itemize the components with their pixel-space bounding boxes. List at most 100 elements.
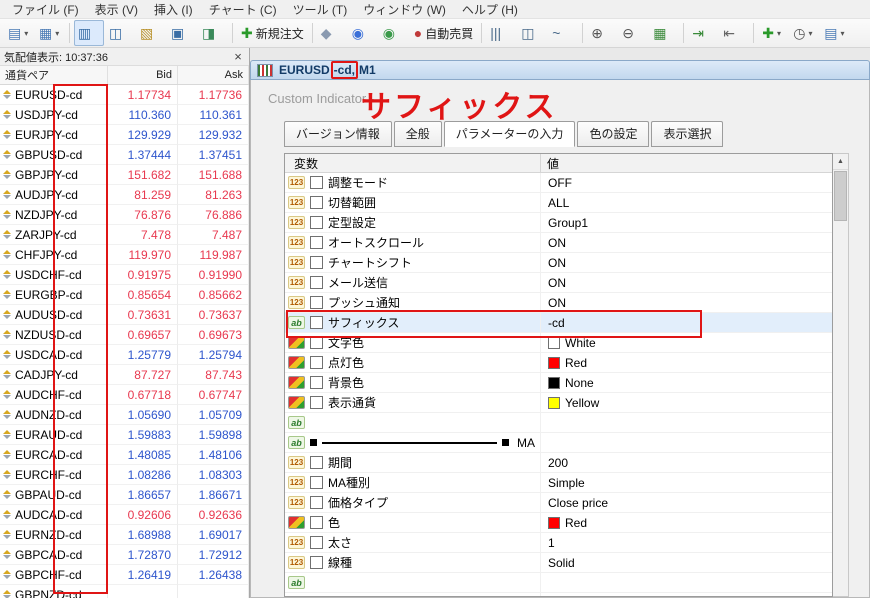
parameter-row[interactable]: abサフィックス-cd <box>285 313 832 333</box>
chart-window-titlebar[interactable]: EURUSD-cd,M1 <box>250 60 870 80</box>
tab-version[interactable]: バージョン情報 <box>284 121 392 147</box>
signals-button[interactable]: ◉ <box>379 20 409 46</box>
parameter-row[interactable]: 背景色None <box>285 373 832 393</box>
scroll-up-icon[interactable]: ▲ <box>833 154 848 170</box>
candlestick-button[interactable]: ◫ <box>517 20 547 46</box>
menu-item[interactable]: ウィンドウ (W) <box>355 0 454 19</box>
zoom-in-button[interactable]: ⊕ <box>587 20 617 46</box>
new-order-button[interactable]: ✚新規注文 <box>237 20 308 46</box>
strategy-tester-button[interactable]: ◨ <box>198 20 228 46</box>
parameter-row[interactable]: ab <box>285 573 832 593</box>
parameter-checkbox[interactable] <box>310 556 323 569</box>
parameter-checkbox[interactable] <box>310 376 323 389</box>
market-watch-row[interactable]: EURAUD-cd1.598831.59898 <box>0 425 249 445</box>
parameter-checkbox[interactable] <box>310 456 323 469</box>
market-watch-row[interactable]: GBPJPY-cd151.682151.688 <box>0 165 249 185</box>
table-scrollbar[interactable]: ▲ <box>833 153 849 597</box>
periods-button[interactable]: ◷▾ <box>789 20 819 46</box>
chart-shift-button[interactable]: ⇤ <box>719 20 749 46</box>
market-watch-row[interactable]: EURJPY-cd129.929129.932 <box>0 125 249 145</box>
zoom-out-button[interactable]: ⊖ <box>618 20 648 46</box>
parameter-row[interactable]: 123太さ1 <box>285 533 832 553</box>
parameter-checkbox[interactable] <box>310 476 323 489</box>
parameter-row[interactable]: 点灯色Red <box>285 353 832 373</box>
parameter-row[interactable]: 123調整モードOFF <box>285 173 832 193</box>
market-watch-row[interactable]: EURCHF-cd1.082861.08303 <box>0 465 249 485</box>
market-watch-row[interactable]: NZDUSD-cd0.696570.69673 <box>0 325 249 345</box>
line-chart-button[interactable]: ~ <box>548 20 578 46</box>
market-watch-button[interactable]: ▥ <box>74 20 104 46</box>
scrollbar-thumb[interactable] <box>834 171 847 221</box>
parameter-checkbox[interactable] <box>310 336 323 349</box>
parameter-row[interactable]: abMA <box>285 433 832 453</box>
market-watch-row[interactable]: USDCHF-cd0.919750.91990 <box>0 265 249 285</box>
market-watch-row[interactable]: EURNZD-cd1.689881.69017 <box>0 525 249 545</box>
market-watch-row[interactable]: GBPCHF-cd1.264191.26438 <box>0 565 249 585</box>
parameter-checkbox[interactable] <box>310 496 323 509</box>
terminal-button[interactable]: ▣ <box>167 20 197 46</box>
tile-windows-button[interactable]: ▦ <box>649 20 679 46</box>
parameter-row[interactable]: ab <box>285 593 832 597</box>
parameter-row[interactable]: 123期間200 <box>285 453 832 473</box>
templates-button[interactable]: ▤▾ <box>820 20 850 46</box>
market-watch-row[interactable]: AUDUSD-cd0.736310.73637 <box>0 305 249 325</box>
market-watch-row[interactable]: GBPAUD-cd1.866571.86671 <box>0 485 249 505</box>
parameter-row[interactable]: 123定型設定Group1 <box>285 213 832 233</box>
indicators-button[interactable]: ✚▾ <box>758 20 788 46</box>
market-watch-row[interactable]: USDCAD-cd1.257791.25794 <box>0 345 249 365</box>
market-watch-row[interactable]: NZDJPY-cd76.87676.886 <box>0 205 249 225</box>
parameter-row[interactable]: 文字色White <box>285 333 832 353</box>
parameter-checkbox[interactable] <box>310 196 323 209</box>
market-watch-row[interactable]: GBPNZD-cd <box>0 585 249 598</box>
menu-item[interactable]: ツール (T) <box>285 0 356 19</box>
tab-colors[interactable]: 色の設定 <box>577 121 649 147</box>
bar-chart-button[interactable]: ||| <box>486 20 516 46</box>
parameter-checkbox[interactable] <box>310 316 323 329</box>
auto-scroll-button[interactable]: ⇥ <box>688 20 718 46</box>
parameter-row[interactable]: 色Red <box>285 513 832 533</box>
menu-item[interactable]: 表示 (V) <box>87 0 146 19</box>
parameter-row[interactable]: 123オートスクロールON <box>285 233 832 253</box>
autotrading-button[interactable]: ●自動売買 <box>410 20 477 46</box>
market-watch-row[interactable]: EURUSD-cd1.177341.17736 <box>0 85 249 105</box>
parameter-checkbox[interactable] <box>310 396 323 409</box>
market-watch-row[interactable]: CADJPY-cd87.72787.743 <box>0 365 249 385</box>
menu-item[interactable]: 挿入 (I) <box>146 0 201 19</box>
market-watch-row[interactable]: ZARJPY-cd7.4787.487 <box>0 225 249 245</box>
menu-item[interactable]: ヘルプ (H) <box>454 0 526 19</box>
parameter-row[interactable]: 123メール送信ON <box>285 273 832 293</box>
market-watch-row[interactable]: AUDNZD-cd1.056901.05709 <box>0 405 249 425</box>
market-watch-row[interactable]: AUDCAD-cd0.926060.92636 <box>0 505 249 525</box>
market-watch-row[interactable]: CHFJPY-cd119.970119.987 <box>0 245 249 265</box>
menu-item[interactable]: ファイル (F) <box>4 0 87 19</box>
data-window-button[interactable]: ◫ <box>105 20 135 46</box>
market-watch-row[interactable]: AUDJPY-cd81.25981.263 <box>0 185 249 205</box>
parameter-checkbox[interactable] <box>310 356 323 369</box>
parameter-row[interactable]: ab <box>285 413 832 433</box>
tab-inputs[interactable]: パラメーターの入力 <box>444 121 576 147</box>
navigator-button[interactable]: ▧ <box>136 20 166 46</box>
market-watch-row[interactable]: AUDCHF-cd0.677180.67747 <box>0 385 249 405</box>
parameter-row[interactable]: 123線種Solid <box>285 553 832 573</box>
market-watch-row[interactable]: USDJPY-cd110.360110.361 <box>0 105 249 125</box>
parameter-checkbox[interactable] <box>310 296 323 309</box>
expert-advisors-button[interactable]: ◆ <box>317 20 347 46</box>
market-watch-row[interactable]: GBPCAD-cd1.728701.72912 <box>0 545 249 565</box>
parameter-checkbox[interactable] <box>310 216 323 229</box>
parameter-checkbox[interactable] <box>310 256 323 269</box>
parameter-row[interactable]: 123プッシュ通知ON <box>285 293 832 313</box>
parameter-row[interactable]: 表示通貨Yellow <box>285 393 832 413</box>
parameter-checkbox[interactable] <box>310 176 323 189</box>
menu-item[interactable]: チャート (C) <box>201 0 285 19</box>
parameter-row[interactable]: 123価格タイプClose price <box>285 493 832 513</box>
market-watch-row[interactable]: GBPUSD-cd1.374441.37451 <box>0 145 249 165</box>
parameter-row[interactable]: 123チャートシフトON <box>285 253 832 273</box>
parameter-checkbox[interactable] <box>310 516 323 529</box>
tab-common[interactable]: 全般 <box>394 121 442 147</box>
parameter-checkbox[interactable] <box>310 276 323 289</box>
tab-visualization[interactable]: 表示選択 <box>651 121 723 147</box>
close-icon[interactable]: × <box>231 50 245 63</box>
parameter-row[interactable]: 123切替範囲ALL <box>285 193 832 213</box>
parameter-checkbox[interactable] <box>310 536 323 549</box>
market-watch-row[interactable]: EURGBP-cd0.856540.85662 <box>0 285 249 305</box>
